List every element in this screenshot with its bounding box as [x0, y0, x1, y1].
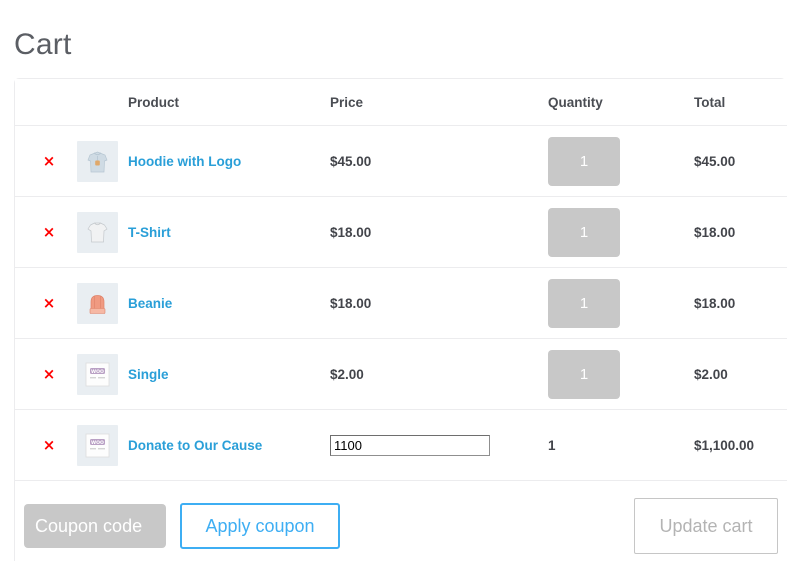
cell-actions: Apply coupon Update cart	[15, 480, 787, 561]
cell-quantity	[548, 267, 694, 339]
table-row: × WOO	[15, 409, 787, 481]
remove-item-icon[interactable]: ×	[15, 437, 77, 453]
woo-placeholder-thumbnail[interactable]: WOO	[77, 424, 118, 466]
table-header-row: Product Price Quantity Total	[15, 79, 787, 126]
cell-product-name: Beanie	[128, 267, 330, 339]
hoodie-thumbnail[interactable]	[77, 140, 118, 182]
product-link[interactable]: T-Shirt	[128, 225, 171, 240]
remove-item-icon[interactable]: ×	[15, 295, 77, 311]
cell-remove: ×	[15, 125, 77, 197]
custom-price-input[interactable]	[330, 434, 490, 456]
cell-product-name: Hoodie with Logo	[128, 125, 330, 197]
cell-total: $18.00	[694, 267, 787, 339]
cell-remove: ×	[15, 267, 77, 339]
cell-quantity: 1	[548, 409, 694, 481]
cell-total: $45.00	[694, 125, 787, 197]
svg-text:WOO: WOO	[91, 439, 104, 445]
cell-remove: ×	[15, 409, 77, 481]
cart-actions: Apply coupon Update cart	[15, 481, 787, 561]
product-link[interactable]: Beanie	[128, 296, 172, 311]
cell-remove: ×	[15, 338, 77, 410]
cart-actions-row: Apply coupon Update cart	[15, 480, 787, 561]
cell-thumbnail	[77, 125, 128, 197]
cart-table-body: × Hoodie with Logo $45.00 1 $45.00 × T-S…	[15, 125, 787, 561]
woo-placeholder-thumbnail[interactable]: WOO	[77, 353, 118, 395]
cell-total: $1,100.00	[694, 409, 787, 481]
remove-item-icon[interactable]: ×	[15, 366, 77, 382]
cart-table-head: Product Price Quantity Total	[15, 79, 787, 126]
beanie-thumbnail[interactable]	[77, 282, 118, 324]
remove-item-icon[interactable]: ×	[15, 153, 77, 169]
quantity-stepper[interactable]	[548, 136, 620, 186]
table-row: × T-Shirt $18.00 1 $18.00	[15, 196, 787, 268]
quantity-stepper[interactable]	[548, 207, 620, 257]
cart-table-container: Product Price Quantity Total × Hoodie wi…	[14, 78, 787, 561]
cell-quantity	[548, 125, 694, 197]
cell-price: $45.00	[330, 125, 548, 197]
svg-text:WOO: WOO	[91, 368, 104, 374]
cart-table: Product Price Quantity Total × Hoodie wi…	[15, 79, 787, 561]
cell-thumbnail	[77, 196, 128, 268]
update-cart-button[interactable]: Update cart	[634, 498, 778, 554]
apply-coupon-button[interactable]: Apply coupon	[180, 503, 340, 549]
column-header-product: Product	[128, 79, 330, 126]
column-header-thumbnail	[77, 79, 128, 126]
coupon-code-input[interactable]	[24, 504, 166, 548]
quantity-stepper[interactable]	[548, 349, 620, 399]
remove-item-icon[interactable]: ×	[15, 224, 77, 240]
table-row: × Hoodie with Logo $45.00 1 $45.00	[15, 125, 787, 197]
page-title: Cart	[14, 28, 72, 62]
table-row: × Beanie $18.00 1 $18.00	[15, 267, 787, 339]
cell-product-name: Donate to Our Cause	[128, 409, 330, 481]
cell-product-name: T-Shirt	[128, 196, 330, 268]
product-link[interactable]: Donate to Our Cause	[128, 438, 262, 453]
quantity-value: 1	[548, 437, 556, 453]
cart-page: Cart Product Price Quantity Total × Hood…	[0, 0, 800, 561]
cell-quantity	[548, 196, 694, 268]
product-link[interactable]: Single	[128, 367, 169, 382]
tshirt-thumbnail[interactable]	[77, 211, 118, 253]
column-header-price: Price	[330, 79, 548, 126]
quantity-stepper[interactable]	[548, 278, 620, 328]
cell-price	[330, 409, 548, 481]
cell-total: $18.00	[694, 196, 787, 268]
cell-quantity	[548, 338, 694, 410]
column-header-quantity: Quantity	[548, 79, 694, 126]
cell-thumbnail: WOO	[77, 338, 128, 410]
column-header-remove	[15, 79, 77, 126]
cell-total: $2.00	[694, 338, 787, 410]
cell-price: $18.00	[330, 196, 548, 268]
table-row: × WOO	[15, 338, 787, 410]
product-link[interactable]: Hoodie with Logo	[128, 154, 241, 169]
cell-price: $2.00	[330, 338, 548, 410]
cell-product-name: Single	[128, 338, 330, 410]
column-header-total: Total	[694, 79, 787, 126]
cell-price: $18.00	[330, 267, 548, 339]
cell-thumbnail: WOO	[77, 409, 128, 481]
cell-remove: ×	[15, 196, 77, 268]
cell-thumbnail	[77, 267, 128, 339]
